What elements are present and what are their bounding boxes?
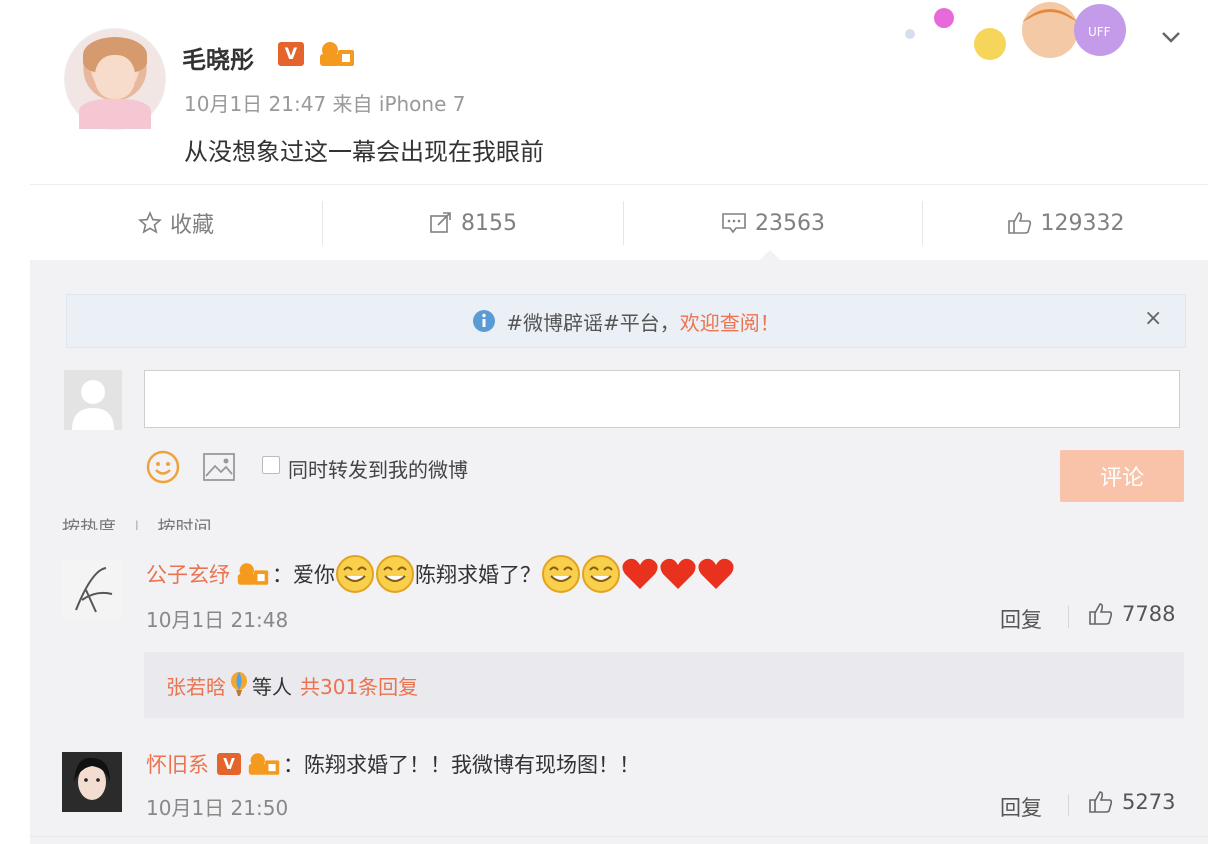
comment-author[interactable]: 公子玄纾: [146, 559, 230, 589]
laugh-emoji-icon: [376, 555, 414, 593]
heart-icon: [660, 558, 696, 589]
forward-checkbox[interactable]: [262, 456, 280, 474]
divider: [1068, 606, 1069, 628]
bottom-separator: [30, 836, 1208, 837]
avatar-face: [95, 55, 135, 99]
comment-body: 怀旧系 V ：陈翔求婚了！！我微博有现场图！！: [146, 744, 640, 784]
favorite-button[interactable]: 收藏: [30, 185, 322, 261]
comment-like-count: 5273: [1122, 790, 1176, 814]
heart-icon: [698, 558, 734, 589]
post-text: 从没想象过这一幕会出现在我眼前: [184, 138, 544, 166]
sort-divider: |: [133, 518, 140, 530]
comment-icon: [722, 213, 746, 234]
sort-by-time[interactable]: 按时间: [158, 518, 212, 530]
subreply-summary[interactable]: 张若晗 等人 共301条回复: [144, 652, 1184, 718]
verified-badge-icon: V: [217, 753, 241, 775]
action-bar: 收藏 8155 23563 129332: [30, 184, 1208, 261]
subreply-count[interactable]: 共301条回复: [300, 671, 418, 700]
repost-icon: [430, 212, 451, 233]
comment-author[interactable]: 怀旧系: [146, 749, 209, 779]
favorite-label: 收藏: [169, 213, 214, 238]
submit-comment-button[interactable]: 评论: [1060, 450, 1184, 502]
comment-avatar[interactable]: [62, 752, 122, 812]
laugh-emoji-icon: [582, 555, 620, 593]
sort-bar: 按热度 | 按时间: [62, 514, 212, 530]
comment-text-a: ：陈翔求婚了！！我微博有现场图！！: [283, 753, 640, 777]
avatar-body: [79, 99, 151, 129]
comment-body: 公子玄纾 ：爱你 陈翔求婚了？: [146, 552, 735, 596]
verified-badge-icon: V: [278, 42, 304, 66]
notice-link[interactable]: 欢迎查阅: [680, 307, 760, 336]
post-meta: 10月1日 21:47 来自 iPhone 7: [184, 92, 466, 116]
repost-count: 8155: [461, 210, 517, 236]
subreply-author[interactable]: 张若晗: [166, 671, 226, 700]
reply-button[interactable]: 回复: [1000, 792, 1042, 822]
notice-prefix: #微博辟谣#平台，: [506, 310, 680, 335]
comment-time: 10月1日 21:50: [146, 796, 289, 820]
vip-badge-icon: [237, 563, 269, 585]
info-icon: [473, 310, 496, 332]
comment-time: 10月1日 21:48: [146, 608, 289, 632]
decorative-card: UFF: [900, 0, 1140, 66]
comment-text-b: 陈翔求婚了？: [415, 563, 541, 587]
notice-suffix: ！: [759, 310, 780, 335]
star-icon: [138, 211, 162, 234]
vip-badge-icon: [318, 40, 356, 68]
comment-input[interactable]: [144, 370, 1180, 428]
heart-icon: [622, 558, 658, 589]
comment-like-button[interactable]: 7788: [1088, 602, 1175, 626]
comment-like-button[interactable]: 5273: [1088, 790, 1175, 814]
comment-avatar[interactable]: [62, 560, 122, 620]
sort-by-hot[interactable]: 按热度: [62, 518, 116, 530]
active-pointer: [760, 250, 780, 260]
divider: [1068, 794, 1069, 816]
my-avatar: [64, 370, 122, 430]
chevron-down-icon[interactable]: [1160, 26, 1182, 48]
repost-button[interactable]: 8155: [323, 185, 623, 261]
thumbs-up-icon: [1089, 791, 1113, 813]
author-name[interactable]: 毛晓彤: [182, 40, 254, 75]
comment-like-count: 7788: [1122, 602, 1176, 626]
svg-text:UFF: UFF: [1088, 25, 1111, 39]
author-avatar[interactable]: [64, 28, 166, 130]
laugh-emoji-icon: [542, 555, 580, 593]
reply-button[interactable]: 回复: [1000, 604, 1042, 634]
image-icon[interactable]: [202, 452, 236, 482]
subreply-middle: 等人: [252, 674, 292, 699]
close-icon[interactable]: ×: [1144, 306, 1162, 331]
thumbs-up-icon: [1007, 212, 1031, 234]
balloon-icon: [231, 672, 247, 696]
like-button[interactable]: 129332: [923, 185, 1208, 261]
comment-count: 23563: [755, 210, 825, 236]
thumbs-up-icon: [1089, 603, 1113, 625]
rumor-notice: #微博辟谣#平台， 欢迎查阅 ！: [66, 294, 1186, 348]
like-count: 129332: [1040, 210, 1125, 236]
comment-text-a: ：爱你: [272, 563, 335, 587]
vip-badge-icon: [248, 753, 280, 775]
emoji-icon[interactable]: [146, 450, 180, 484]
laugh-emoji-icon: [336, 555, 374, 593]
forward-label: 同时转发到我的微博: [288, 458, 468, 482]
